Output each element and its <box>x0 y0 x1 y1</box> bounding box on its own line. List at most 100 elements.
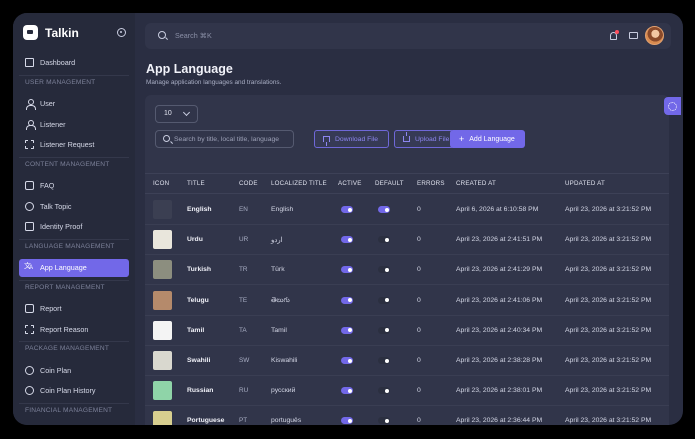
table-row[interactable]: Swahili SW Kiswahili 0 April 23, 2026 at 2:3… <box>145 346 669 376</box>
language-flag-icon <box>153 290 172 310</box>
settings-gear-icon[interactable] <box>664 97 681 115</box>
cell-code: TR <box>239 266 248 274</box>
default-toggle[interactable] <box>378 296 390 304</box>
sidebar-item-listener-request[interactable]: Listener Request <box>19 136 129 154</box>
notification-dot <box>615 30 619 34</box>
sidebar-item-label: User <box>40 99 56 108</box>
download-file-button[interactable]: Download File <box>314 130 389 148</box>
active-toggle[interactable] <box>341 296 353 304</box>
language-flag-icon <box>153 351 172 370</box>
chat-logo-icon <box>23 25 38 40</box>
column-header: DEFAULT <box>375 180 404 187</box>
sidebar-item-label: Identity Proof <box>40 222 83 231</box>
faq-icon <box>25 181 34 190</box>
cell-created: April 23, 2026 at 2:38:01 PM <box>456 387 543 395</box>
nav-divider <box>19 156 129 158</box>
cell-created: April 23, 2026 at 2:41:06 PM <box>456 296 543 304</box>
default-toggle[interactable] <box>378 387 390 395</box>
table-row[interactable]: Portuguese PT português 0 April 23, 2026 at … <box>145 406 669 425</box>
sidebar-item-talk-topic[interactable]: Talk Topic <box>19 197 129 215</box>
active-toggle[interactable] <box>341 357 353 364</box>
global-search[interactable]: Search ⌘K <box>175 31 212 40</box>
sidebar-item-report[interactable]: Report <box>19 300 129 318</box>
active-toggle[interactable] <box>341 236 353 244</box>
sidebar-toggle-icon[interactable] <box>117 28 126 37</box>
monitor-icon[interactable] <box>629 32 638 39</box>
cell-errors: 0 <box>417 206 421 213</box>
language-flag-icon <box>153 411 172 425</box>
sidebar-item-user[interactable]: User <box>19 95 129 113</box>
sidebar-item-label: Listener Request <box>40 140 95 149</box>
default-toggle[interactable] <box>378 236 390 244</box>
sidebar-item-label: Coin Plan <box>40 365 72 375</box>
cell-localized: Kiswahili <box>271 357 298 364</box>
request-icon <box>25 140 34 149</box>
table-search-input[interactable] <box>174 132 292 146</box>
page-size-select[interactable]: 10 <box>155 105 198 123</box>
language-flag-icon <box>153 230 172 250</box>
sidebar-item-label: Report Reason <box>40 324 89 334</box>
sidebar-item-coin-plan-history[interactable]: Coin Plan History <box>19 382 129 400</box>
page-size-value: 10 <box>164 110 172 117</box>
avatar[interactable] <box>645 26 664 45</box>
column-header: CODE <box>239 180 258 187</box>
nav-section-heading: USER MANAGEMENT <box>25 78 96 86</box>
sidebar-item-faq[interactable]: FAQ <box>19 177 129 195</box>
sidebar-item-report-reason[interactable]: Report Reason <box>19 320 129 338</box>
table-row[interactable]: Telugu TE తెలుగు 0 April 23, 2026 at 2:41:06… <box>145 286 669 316</box>
cell-errors: 0 <box>417 417 421 425</box>
brand: Talkin <box>23 25 79 40</box>
cell-updated: April 23, 2026 at 3:21:52 PM <box>565 387 652 395</box>
add-language-button[interactable]: + Add Language <box>450 130 525 148</box>
active-toggle[interactable] <box>341 266 353 274</box>
cell-code: PT <box>239 417 248 425</box>
sidebar-item-app-language[interactable]: App Language <box>19 258 129 277</box>
cell-title: Russian <box>187 387 214 395</box>
column-header: CREATED AT <box>456 180 496 187</box>
coin-icon <box>25 365 34 375</box>
cell-title: English <box>187 206 212 213</box>
sidebar-item-label: FAQ <box>40 181 55 190</box>
nav-divider <box>19 74 129 76</box>
default-toggle[interactable] <box>378 206 390 213</box>
active-toggle[interactable] <box>341 326 353 334</box>
default-toggle[interactable] <box>378 417 390 425</box>
cell-errors: 0 <box>417 266 421 274</box>
cell-updated: April 23, 2026 at 3:21:52 PM <box>565 296 652 304</box>
default-toggle[interactable] <box>378 266 390 274</box>
cell-errors: 0 <box>417 236 421 244</box>
cell-localized: Türk <box>271 266 285 274</box>
active-toggle[interactable] <box>341 417 353 425</box>
nav-section-heading: LANGUAGE MANAGEMENT <box>25 242 115 250</box>
cell-localized: తెలుగు <box>271 296 290 304</box>
sidebar-item-identity-proof[interactable]: Identity Proof <box>19 218 129 236</box>
language-icon <box>24 261 34 272</box>
sidebar-item-label: Listener <box>40 119 66 129</box>
bell-icon[interactable] <box>610 30 619 40</box>
column-header: ACTIVE <box>338 180 362 187</box>
sidebar-item-dashboard[interactable]: Dashboard <box>19 54 129 72</box>
table-row[interactable]: Russian RU русский 0 April 23, 2026 at 2:38:… <box>145 376 669 407</box>
cell-title: Urdu <box>187 236 203 244</box>
table-search <box>155 130 294 148</box>
upload-file-button[interactable]: Upload File <box>394 130 454 148</box>
table-row[interactable]: Turkish TR Türk 0 April 23, 2026 at 2:41:29 … <box>145 255 669 286</box>
table-row[interactable]: Tamil TA Tamil 0 April 23, 2026 at 2:40:34 P… <box>145 316 669 346</box>
cell-code: TE <box>239 296 248 304</box>
active-toggle[interactable] <box>341 387 353 395</box>
active-toggle[interactable] <box>341 206 353 213</box>
nav-section-heading: FINANCIAL MANAGEMENT <box>25 406 113 414</box>
report-reason-icon <box>25 324 34 334</box>
sidebar-item-listener[interactable]: Listener <box>19 115 129 133</box>
sidebar-item-coin-plan[interactable]: Coin Plan <box>19 361 129 379</box>
cell-updated: April 23, 2026 at 3:21:52 PM <box>565 326 652 334</box>
default-toggle[interactable] <box>378 357 390 364</box>
column-header: LOCALIZED TITLE <box>271 180 327 187</box>
table-row[interactable]: Urdu UR اردو 0 April 23, 2026 at 2:41:51 PM A… <box>145 225 669 256</box>
default-toggle[interactable] <box>378 326 390 334</box>
cell-updated: April 23, 2026 at 3:21:52 PM <box>565 266 652 274</box>
cell-errors: 0 <box>417 387 421 395</box>
cell-errors: 0 <box>417 357 421 364</box>
cell-localized: português <box>271 417 302 425</box>
table-row[interactable]: English EN English 0 April 6, 2026 at 6:10:5… <box>145 195 669 225</box>
